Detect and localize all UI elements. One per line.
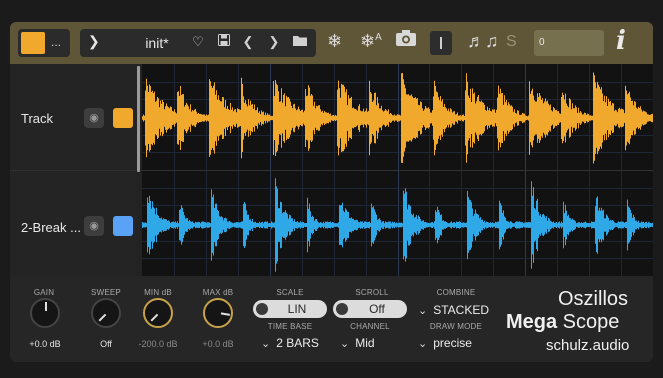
freeze-all-icon[interactable]: ❄A [360,31,382,52]
gain-label: GAIN [33,288,55,297]
preset-selector: ❯ init* ♡ ❮ ❯ [80,29,316,57]
info-icon[interactable]: i [616,26,626,56]
max-db-knob[interactable] [203,298,233,328]
brand-product: Mega Scope [506,311,619,334]
draw-mode-dropdown[interactable]: ⌄ precise [418,336,472,350]
time-base-label: TIME BASE [267,322,313,331]
eye-icon[interactable]: ◉ [84,216,104,236]
max-db-label: MAX dB [202,288,234,297]
channel-dropdown[interactable]: ⌄ Mid [340,336,375,350]
track-color-swatch[interactable] [113,216,133,236]
offset-value: 0 [539,37,545,48]
waveform-break [142,178,653,272]
track-list: Track ◉ 2-Break ... ◉ [10,64,136,276]
channel-label: CHANNEL [350,322,390,331]
eye-icon[interactable]: ◉ [84,108,104,128]
scale-toggle[interactable]: LIN [253,300,327,318]
track-menu-dots: ... [51,35,62,49]
controls-bar: GAIN +0.0 dB SWEEP Off MIN dB -200.0 dB … [10,276,653,362]
min-db-value: -200.0 dB [138,339,178,349]
scroll-label: SCROLL [355,288,389,297]
sweep-value: Off [100,339,112,349]
chevron-down-icon: ⌄ [418,338,428,350]
min-db-label: MIN dB [144,288,172,297]
track-name: 2-Break ... [21,220,81,235]
folder-icon[interactable] [292,34,308,49]
track-name: Track [21,111,54,126]
freeze-icon[interactable]: ❄ [327,31,342,52]
draw-mode-label: DRAW MODE [429,322,483,331]
save-icon[interactable] [216,34,232,49]
previous-preset-icon[interactable]: ❮ [240,34,256,50]
chevron-down-icon: ⌄ [261,338,271,350]
gain-knob[interactable] [30,298,60,328]
toolbar: ... ❯ init* ♡ ❮ ❯ ❄ ❄A ♬♫ S 0 i [10,22,653,64]
active-track-color-swatch [21,32,45,54]
waveform-canvas [142,64,653,276]
scale-label: SCALE [276,288,304,297]
track-row[interactable]: 2-Break ... ◉ [10,170,136,276]
brand-product-bold: Mega [506,311,558,333]
sweep-knob[interactable] [91,298,121,328]
track-color-swatch[interactable] [113,108,133,128]
scroll-value: Off [369,302,385,316]
combine-label: COMBINE [436,288,476,297]
max-db-value: +0.0 dB [202,339,234,349]
camera-icon[interactable] [396,30,416,51]
track-color-menu[interactable]: ... [18,29,70,57]
cursor-icon[interactable] [430,31,452,55]
time-base-dropdown[interactable]: ⌄ 2 BARS [261,336,319,350]
combine-dropdown[interactable]: ⌄ STACKED [418,303,489,317]
waveform-track [142,72,653,164]
waveform-display[interactable] [142,64,653,276]
offset-field[interactable]: 0 [534,30,604,56]
next-preset-icon[interactable]: ❯ [266,34,282,50]
brand-product-rest: Scope [557,311,620,333]
notes-icon[interactable]: ♬♫ [467,31,499,52]
chevron-down-icon[interactable]: ❯ [88,33,100,50]
combine-value: STACKED [433,303,490,317]
scale-value: LIN [287,302,307,316]
brand-name: Oszillos [558,288,629,310]
time-base-value: 2 BARS [276,336,319,350]
chevron-down-icon: ⌄ [418,305,428,317]
chevron-down-icon: ⌄ [340,338,350,350]
s-button[interactable]: S [506,33,517,51]
brand-website: schulz.audio [546,337,630,354]
preset-name[interactable]: init* [128,35,186,51]
min-db-knob[interactable] [143,298,173,328]
channel-value: Mid [355,336,375,350]
draw-mode-value: precise [433,336,472,350]
track-row[interactable]: Track ◉ [10,64,136,170]
plugin-window: ... ❯ init* ♡ ❮ ❯ ❄ ❄A ♬♫ S 0 i Track ◉ … [10,22,653,362]
scroll-toggle[interactable]: Off [333,300,407,318]
heart-icon[interactable]: ♡ [190,34,206,50]
gain-value: +0.0 dB [29,339,61,349]
track-scrollbar[interactable] [137,66,140,172]
sweep-label: SWEEP [91,288,121,297]
